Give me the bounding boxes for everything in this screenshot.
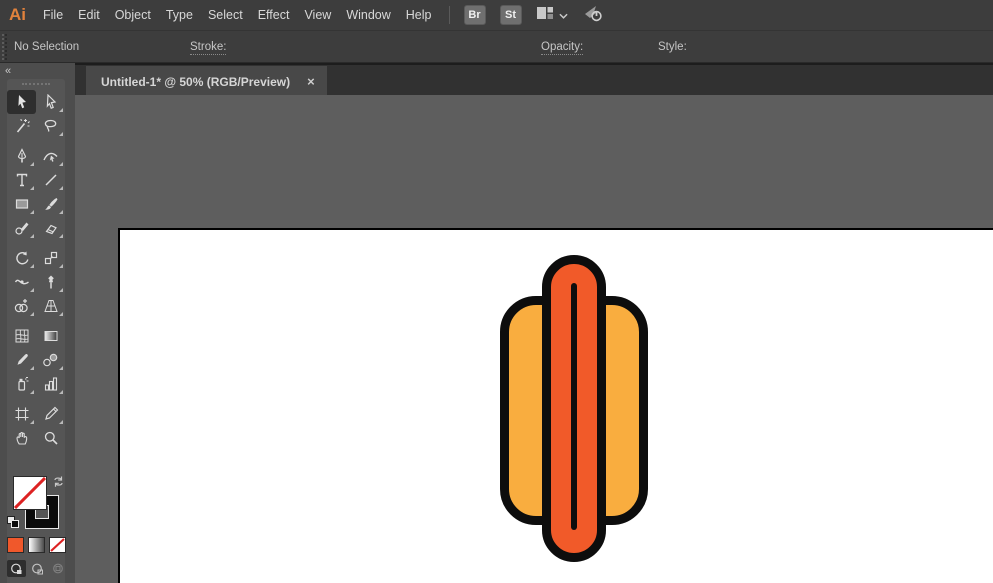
blend-tool[interactable] [36, 348, 65, 372]
illustrator-window: Ai File Edit Object Type Select Effect V… [0, 0, 993, 583]
eyedropper-tool[interactable] [7, 348, 36, 372]
toolbar-grip[interactable] [22, 83, 50, 87]
column-graph-tool[interactable] [36, 372, 65, 396]
shape-builder-tool[interactable] [7, 294, 36, 318]
none-button[interactable] [49, 537, 66, 553]
bridge-button[interactable]: Br [464, 5, 486, 25]
menu-select[interactable]: Select [208, 8, 243, 22]
document-tab-bar: Untitled-1* @ 50% (RGB/Preview) × [75, 63, 993, 95]
swap-fill-stroke-icon[interactable] [52, 475, 65, 493]
line-segment-tool[interactable] [36, 168, 65, 192]
tools-panel: « [0, 63, 75, 583]
collapse-panel-icon[interactable]: « [5, 65, 10, 77]
hotdog-center-line[interactable] [571, 283, 577, 530]
eraser-tool[interactable] [36, 216, 65, 240]
fill-stroke-indicator [7, 471, 65, 583]
paintbrush-tool[interactable] [36, 192, 65, 216]
perspective-grid-tool[interactable] [36, 294, 65, 318]
chevron-down-icon [559, 6, 568, 24]
menu-window[interactable]: Window [346, 8, 390, 22]
zoom-tool[interactable] [36, 426, 65, 450]
gradient-tool[interactable] [36, 324, 65, 348]
curvature-tool[interactable] [36, 144, 65, 168]
menu-object[interactable]: Object [115, 8, 151, 22]
draw-behind-button[interactable] [28, 560, 47, 577]
draw-normal-button[interactable] [7, 560, 26, 577]
pen-tool[interactable] [7, 144, 36, 168]
default-fill-stroke-icon[interactable] [7, 516, 20, 529]
puppet-warp-tool[interactable] [36, 270, 65, 294]
width-tool[interactable] [7, 270, 36, 294]
type-tool[interactable] [7, 168, 36, 192]
artboard[interactable] [118, 228, 993, 583]
workspace-switcher-icon [536, 6, 554, 25]
stock-button[interactable]: St [500, 5, 522, 25]
selection-tool[interactable] [7, 90, 36, 114]
draw-inside-button[interactable] [49, 560, 68, 577]
shaper-tool[interactable] [7, 216, 36, 240]
rotate-tool[interactable] [7, 246, 36, 270]
gradient-button[interactable] [28, 537, 45, 553]
app-logo: Ai [9, 5, 26, 25]
controlbar-grip[interactable] [2, 34, 7, 60]
toolbar [7, 79, 65, 583]
opacity-label[interactable]: Opacity: [541, 41, 583, 55]
lasso-tool[interactable] [36, 114, 65, 138]
hand-tool[interactable] [7, 426, 36, 450]
tab-close-icon[interactable]: × [307, 75, 315, 88]
menu-effect[interactable]: Effect [258, 8, 290, 22]
magic-wand-tool[interactable] [7, 114, 36, 138]
menu-bar: Ai File Edit Object Type Select Effect V… [0, 0, 993, 30]
symbol-sprayer-tool[interactable] [7, 372, 36, 396]
workspace-switcher[interactable] [536, 6, 568, 25]
scale-tool[interactable] [36, 246, 65, 270]
menu-type[interactable]: Type [166, 8, 193, 22]
document-tab-title: Untitled-1* @ 50% (RGB/Preview) [101, 75, 290, 89]
style-label: Style: [658, 41, 687, 53]
control-bar: No Selection Stroke: 14 pt Uniform [0, 30, 993, 63]
slice-tool[interactable] [36, 402, 65, 426]
menu-edit[interactable]: Edit [78, 8, 100, 22]
gpu-performance-button[interactable] [582, 4, 604, 27]
document-tab[interactable]: Untitled-1* @ 50% (RGB/Preview) × [86, 66, 327, 97]
menubar-divider [449, 6, 450, 24]
artboard-tool[interactable] [7, 402, 36, 426]
gpu-performance-icon [582, 4, 604, 27]
color-button[interactable] [7, 537, 24, 553]
main-menu: File Edit Object Type Select Effect View… [43, 8, 432, 22]
mesh-tool[interactable] [7, 324, 36, 348]
fill-indicator[interactable] [13, 476, 47, 510]
direct-selection-tool[interactable] [36, 90, 65, 114]
menu-file[interactable]: File [43, 8, 63, 22]
pasteboard[interactable] [75, 95, 993, 583]
menu-view[interactable]: View [304, 8, 331, 22]
selection-status: No Selection [14, 41, 79, 53]
stroke-weight-label[interactable]: Stroke: [190, 41, 226, 55]
rectangle-tool[interactable] [7, 192, 36, 216]
menu-help[interactable]: Help [406, 8, 432, 22]
